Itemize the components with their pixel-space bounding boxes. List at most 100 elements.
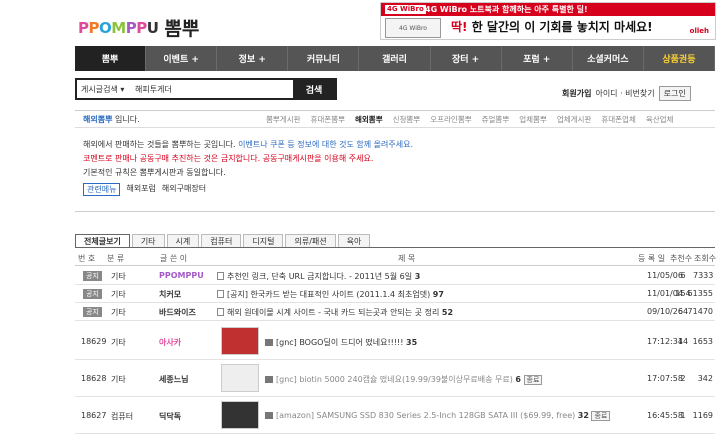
row-title-text: [gnc] BOGO딜이 드디어 떴네요!!!!! xyxy=(276,338,404,347)
row-title-text: [gnc] biotin 5000 240캡슐 떴네요(19.99/39불이상무… xyxy=(276,375,513,384)
post-thumbnail[interactable] xyxy=(221,401,259,429)
row-category: 기타 xyxy=(111,375,126,384)
row-category: 기타 xyxy=(111,338,126,347)
board-link[interactable]: 휴대폰뽐뿌 xyxy=(306,114,351,125)
site-logo[interactable]: PPOMPPU 뽐뿌 xyxy=(78,14,199,41)
logo-letter: P xyxy=(78,18,89,37)
board-link[interactable]: 오프라인뽐뿌 xyxy=(425,114,476,125)
row-rec: 6 xyxy=(680,271,686,280)
board-link[interactable]: 쥬얼뽐뿌 xyxy=(477,114,515,125)
board-link[interactable]: 업체게시판 xyxy=(552,114,597,125)
row-writer[interactable]: 세종느님 xyxy=(159,374,188,385)
search-scope-select[interactable]: 게시글검색 ▾ xyxy=(77,80,133,98)
banner-device-image: 4G WiBro xyxy=(385,18,441,38)
col-no: 번 호 xyxy=(78,254,96,263)
search-bar: 게시글검색 ▾ 검색 xyxy=(75,78,337,100)
row-writer[interactable]: 아사카 xyxy=(159,337,181,348)
comment-count: 35 xyxy=(406,338,418,347)
notice-text: 해외에서 판매하는 것들을 뽐뿌하는 곳입니다. xyxy=(83,140,239,149)
signup-link[interactable]: 회원가입 xyxy=(562,88,591,99)
col-recommend: 추천수 xyxy=(670,254,693,263)
table-row[interactable]: 18628 기타 세종느님 [gnc] biotin 5000 240캡슐 떴네… xyxy=(75,360,715,397)
col-title: 제 목 xyxy=(398,254,416,263)
col-date: 등 록 일 xyxy=(638,254,666,263)
row-title[interactable]: [공지] 한국카드 받는 대표적인 사이트 (2011.1.4 최초업뎃) 97 xyxy=(217,289,444,300)
row-views: 61355 xyxy=(687,289,713,298)
post-thumbnail[interactable] xyxy=(221,364,259,392)
row-category: 기타 xyxy=(111,272,126,281)
table-row[interactable]: 18627 컴퓨터 딕닥독 [amazon] SAMSUNG SSD 830 S… xyxy=(75,397,715,434)
row-writer[interactable]: PPOMPPU xyxy=(159,271,204,280)
search-button[interactable]: 검색 xyxy=(293,80,335,98)
notice-badge: 공지 xyxy=(83,289,102,299)
row-title-text: [amazon] SAMSUNG SSD 830 Series 2.5-Inch… xyxy=(276,411,576,420)
tab-digital[interactable]: 디지털 xyxy=(243,234,284,247)
row-title[interactable]: [gnc] BOGO딜이 드디어 떴네요!!!!! 35 xyxy=(265,337,417,348)
camera-icon xyxy=(265,412,273,419)
document-icon xyxy=(217,272,224,280)
board-links: 뽐뿌게시판 휴대폰뽐뿌 해외뽐뿌 신청뽐뿌 오프라인뽐뿌 쥬얼뽐뿌 업체뽐뿌 업… xyxy=(261,114,678,125)
ad-banner[interactable]: 4G WiBro 노트북과 함께하는 아주 특별한 딜! 4G WiBro 4G… xyxy=(380,2,716,40)
banner-headline: 딱! 한 달간의 이 기회를 놓치지 마세요! xyxy=(451,18,653,35)
row-category: 컴퓨터 xyxy=(111,412,134,421)
related-menu: 관련메뉴 해외포럼 해외구매장터 xyxy=(83,182,715,196)
table-row-notice[interactable]: 공지 기타 치커모 [공지] 한국카드 받는 대표적인 사이트 (2011.1.… xyxy=(75,285,715,303)
nav-item-community[interactable]: 커뮤니티 xyxy=(288,46,360,71)
notice-badge: 공지 xyxy=(83,307,102,317)
nav-item-ppomppu[interactable]: 뽐뿌 xyxy=(75,46,147,71)
user-bar: 회원가입 아이디 · 비번찾기 로그인 xyxy=(562,86,691,101)
tab-all[interactable]: 전체글보기 xyxy=(75,234,130,247)
board-link[interactable]: 업체뽐뿌 xyxy=(514,114,552,125)
row-title[interactable]: 해외 원데이몰 시계 사이트 - 국내 카드 되는곳과 안되는 곳 정리 52 xyxy=(217,307,453,318)
table-row[interactable]: 18629 기타 아사카 [gnc] BOGO딜이 드디어 떴네요!!!!! 3… xyxy=(75,323,715,360)
row-title[interactable]: [gnc] biotin 5000 240캡슐 떴네요(19.99/39불이상무… xyxy=(265,374,543,385)
board-link[interactable]: 휴대폰업체 xyxy=(596,114,641,125)
tab-computer[interactable]: 컴퓨터 xyxy=(201,234,242,247)
nav-item-event[interactable]: 이벤트 + xyxy=(146,46,218,71)
tab-watch[interactable]: 시계 xyxy=(166,234,200,247)
table-row-notice[interactable]: 공지 기타 바드와이즈 해외 원데이몰 시계 사이트 - 국내 카드 되는곳과 … xyxy=(75,303,715,321)
board-link-current[interactable]: 해외뽐뿌 xyxy=(350,114,388,125)
tab-fashion[interactable]: 의류/패션 xyxy=(285,234,336,247)
nav-item-market[interactable]: 장터 + xyxy=(431,46,502,71)
table-row-notice[interactable]: 공지 기타 PPOMPPU 추천인 링크, 단축 URL 금지합니다. - 20… xyxy=(75,267,715,285)
tab-etc[interactable]: 기타 xyxy=(131,234,165,247)
col-writer: 글 쓴 이 xyxy=(160,254,188,263)
row-writer[interactable]: 치커모 xyxy=(159,289,181,300)
row-title[interactable]: 추천인 링크, 단축 URL 금지합니다. - 2011년 5월 6일 3 xyxy=(217,271,420,282)
row-views: 1653 xyxy=(692,337,713,346)
row-views: 342 xyxy=(697,374,713,383)
row-writer[interactable]: 바드와이즈 xyxy=(159,307,196,318)
document-icon xyxy=(217,290,224,298)
camera-icon xyxy=(265,339,273,346)
search-input[interactable] xyxy=(133,80,293,98)
board-name: 해외뽐뿌 xyxy=(83,114,113,124)
related-link[interactable]: 해외구매장터 xyxy=(162,182,206,196)
logo-letter: P xyxy=(125,18,137,37)
related-menu-label: 관련메뉴 xyxy=(83,182,121,196)
nav-item-gallery[interactable]: 갤러리 xyxy=(359,46,431,71)
row-writer[interactable]: 딕닥독 xyxy=(159,411,181,422)
comment-count: 6 xyxy=(515,375,521,384)
logo-english: PPOMPPU xyxy=(78,18,159,37)
board-link[interactable]: 육산업체 xyxy=(641,114,679,125)
comment-count: 97 xyxy=(432,290,444,299)
ended-badge: 종료 xyxy=(591,411,611,421)
row-title[interactable]: [amazon] SAMSUNG SSD 830 Series 2.5-Inch… xyxy=(265,411,611,421)
nav-item-info[interactable]: 정보 + xyxy=(217,46,289,71)
find-account-link[interactable]: 아이디 · 비번찾기 xyxy=(595,88,654,99)
login-button[interactable]: 로그인 xyxy=(658,86,691,101)
notice-text-highlight: 이벤트나 쿠폰 등 정보에 대한 것도 함께 올려주세요. xyxy=(238,140,414,149)
related-link[interactable]: 해외포럼 xyxy=(126,182,155,196)
nav-item-forum[interactable]: 포럼 + xyxy=(502,46,573,71)
nav-item-social[interactable]: 소셜커머스 xyxy=(573,46,644,71)
category-tabs: 전체글보기 기타 시계 컴퓨터 디지털 의류/패션 육아 xyxy=(75,234,715,248)
logo-letter: M xyxy=(111,18,126,37)
tab-baby[interactable]: 육아 xyxy=(337,234,371,247)
camera-icon xyxy=(265,376,273,383)
board-link[interactable]: 신청뽐뿌 xyxy=(388,114,426,125)
nav-item-giftcard[interactable]: 상품권등 xyxy=(644,46,715,71)
board-link[interactable]: 뽐뿌게시판 xyxy=(261,114,306,125)
row-title-text: [공지] 한국카드 받는 대표적인 사이트 (2011.1.4 최초업뎃) xyxy=(227,290,431,299)
post-thumbnail[interactable] xyxy=(221,327,259,355)
